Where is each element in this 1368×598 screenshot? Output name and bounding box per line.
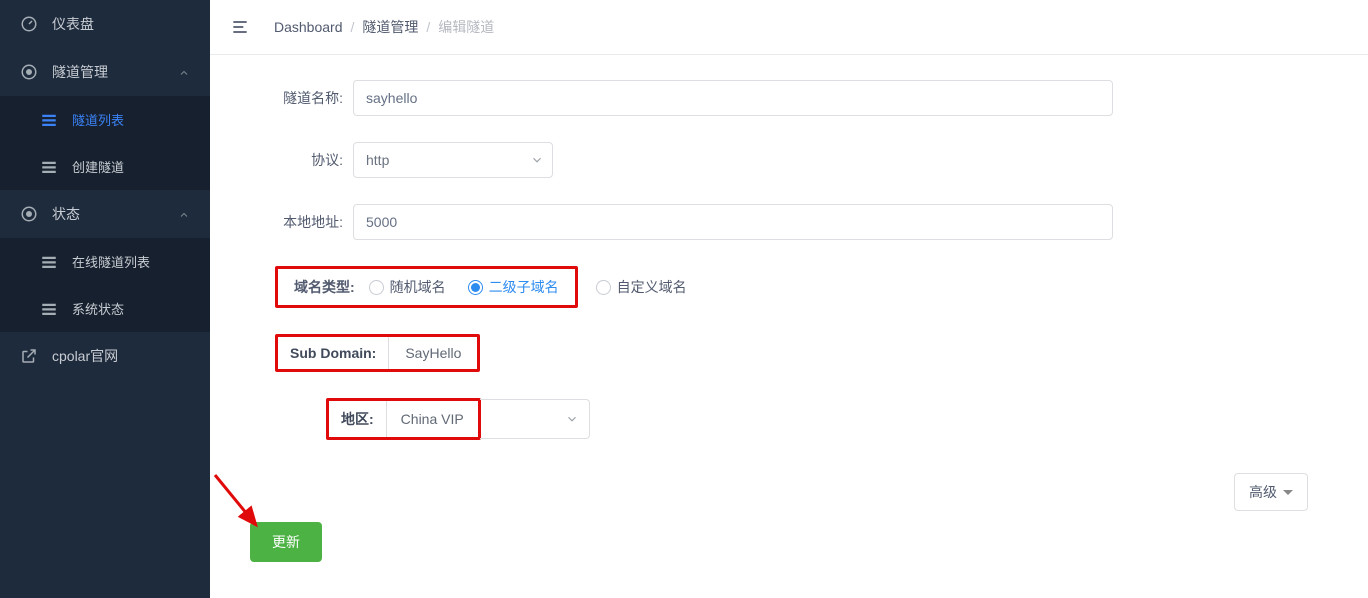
external-link-icon	[20, 347, 38, 365]
sidebar-item-label: 系统状态	[72, 299, 124, 318]
sidebar-item-label: 仪表盘	[52, 14, 94, 34]
list-icon	[40, 158, 58, 176]
radio-label: 随机域名	[390, 277, 446, 297]
radio-circle-icon	[468, 280, 483, 295]
domain-type-highlight: 域名类型: 随机域名 二级子域名	[275, 266, 578, 308]
radio-custom-domain[interactable]: 自定义域名	[596, 277, 687, 297]
list-icon	[40, 253, 58, 271]
protocol-label: 协议:	[250, 150, 353, 170]
list-icon	[40, 111, 58, 129]
breadcrumb-item[interactable]: Dashboard	[274, 19, 343, 35]
chevron-down-icon	[565, 412, 579, 426]
protocol-value: http	[366, 152, 389, 168]
sidebar-item-tunnel-mgmt[interactable]: 隧道管理	[0, 48, 210, 96]
radio-random-domain[interactable]: 随机域名	[369, 277, 446, 297]
advanced-button[interactable]: 高级	[1234, 473, 1308, 511]
dashboard-icon	[20, 15, 38, 33]
sidebar-item-dashboard[interactable]: 仪表盘	[0, 0, 210, 48]
sidebar-item-system-status[interactable]: 系统状态	[0, 285, 210, 332]
local-addr-label: 本地地址:	[250, 212, 353, 232]
chevron-down-icon	[530, 153, 544, 167]
breadcrumb-sep: /	[426, 19, 430, 35]
breadcrumb-item[interactable]: 隧道管理	[362, 17, 418, 37]
row-local-addr: 本地地址:	[250, 204, 1328, 240]
breadcrumb-current: 编辑隧道	[438, 17, 494, 37]
subdomain-highlight: Sub Domain: SayHello	[275, 334, 480, 372]
list-icon	[40, 300, 58, 318]
local-addr-input[interactable]	[353, 204, 1113, 240]
radio-circle-icon	[596, 280, 611, 295]
radio-subdomain[interactable]: 二级子域名	[468, 277, 559, 297]
sidebar-item-label: cpolar官网	[52, 346, 118, 366]
row-region: 地区: China VIP	[326, 398, 1328, 440]
sidebar-item-label: 创建隧道	[72, 157, 124, 176]
subdomain-label: Sub Domain:	[278, 337, 389, 369]
sidebar-item-label: 隧道列表	[72, 110, 124, 129]
protocol-select[interactable]: http	[353, 142, 553, 178]
submenu-tunnel-mgmt: 隧道列表 创建隧道	[0, 96, 210, 190]
row-tunnel-name: 隧道名称:	[250, 80, 1328, 116]
toggle-sidebar-icon[interactable]	[230, 17, 250, 37]
row-protocol: 协议: http	[250, 142, 1328, 178]
region-highlight: 地区: China VIP	[326, 398, 481, 440]
radio-circle-icon	[369, 280, 384, 295]
sidebar-item-online-tunnels[interactable]: 在线隧道列表	[0, 238, 210, 285]
topbar: Dashboard / 隧道管理 / 编辑隧道	[210, 0, 1368, 55]
breadcrumb-sep: /	[351, 19, 355, 35]
tunnel-name-label: 隧道名称:	[250, 88, 353, 108]
radio-label: 自定义域名	[617, 277, 687, 297]
form-content: 隧道名称: 协议: http 本地地址: 域名类型:	[210, 55, 1368, 598]
sidebar-item-create-tunnel[interactable]: 创建隧道	[0, 143, 210, 190]
advanced-label: 高级	[1249, 482, 1277, 502]
status-icon	[20, 205, 38, 223]
triangle-down-icon	[1283, 490, 1293, 495]
tunnel-name-input[interactable]	[353, 80, 1113, 116]
chevron-up-icon	[178, 66, 190, 78]
sidebar-item-cpolar-site[interactable]: cpolar官网	[0, 332, 210, 380]
sidebar-item-status[interactable]: 状态	[0, 190, 210, 238]
sidebar-item-label: 在线隧道列表	[72, 252, 150, 271]
region-value: China VIP	[387, 401, 478, 437]
breadcrumb: Dashboard / 隧道管理 / 编辑隧道	[274, 17, 494, 37]
submenu-status: 在线隧道列表 系统状态	[0, 238, 210, 332]
domain-type-label: 域名类型:	[290, 277, 369, 297]
region-label: 地区:	[329, 401, 387, 437]
tunnel-icon	[20, 63, 38, 81]
row-domain-type: 域名类型: 随机域名 二级子域名 自定义域名	[250, 266, 1328, 308]
sidebar: 仪表盘 隧道管理 隧道列表 创建隧道	[0, 0, 210, 598]
subdomain-value[interactable]: SayHello	[389, 337, 477, 369]
sidebar-item-label: 隧道管理	[52, 62, 108, 82]
region-select[interactable]	[480, 399, 590, 439]
sidebar-item-label: 状态	[52, 204, 80, 224]
radio-label: 二级子域名	[489, 277, 559, 297]
chevron-up-icon	[178, 208, 190, 220]
sidebar-item-tunnel-list[interactable]: 隧道列表	[0, 96, 210, 143]
main: Dashboard / 隧道管理 / 编辑隧道 隧道名称: 协议: http	[210, 0, 1368, 598]
update-button[interactable]: 更新	[250, 522, 322, 562]
